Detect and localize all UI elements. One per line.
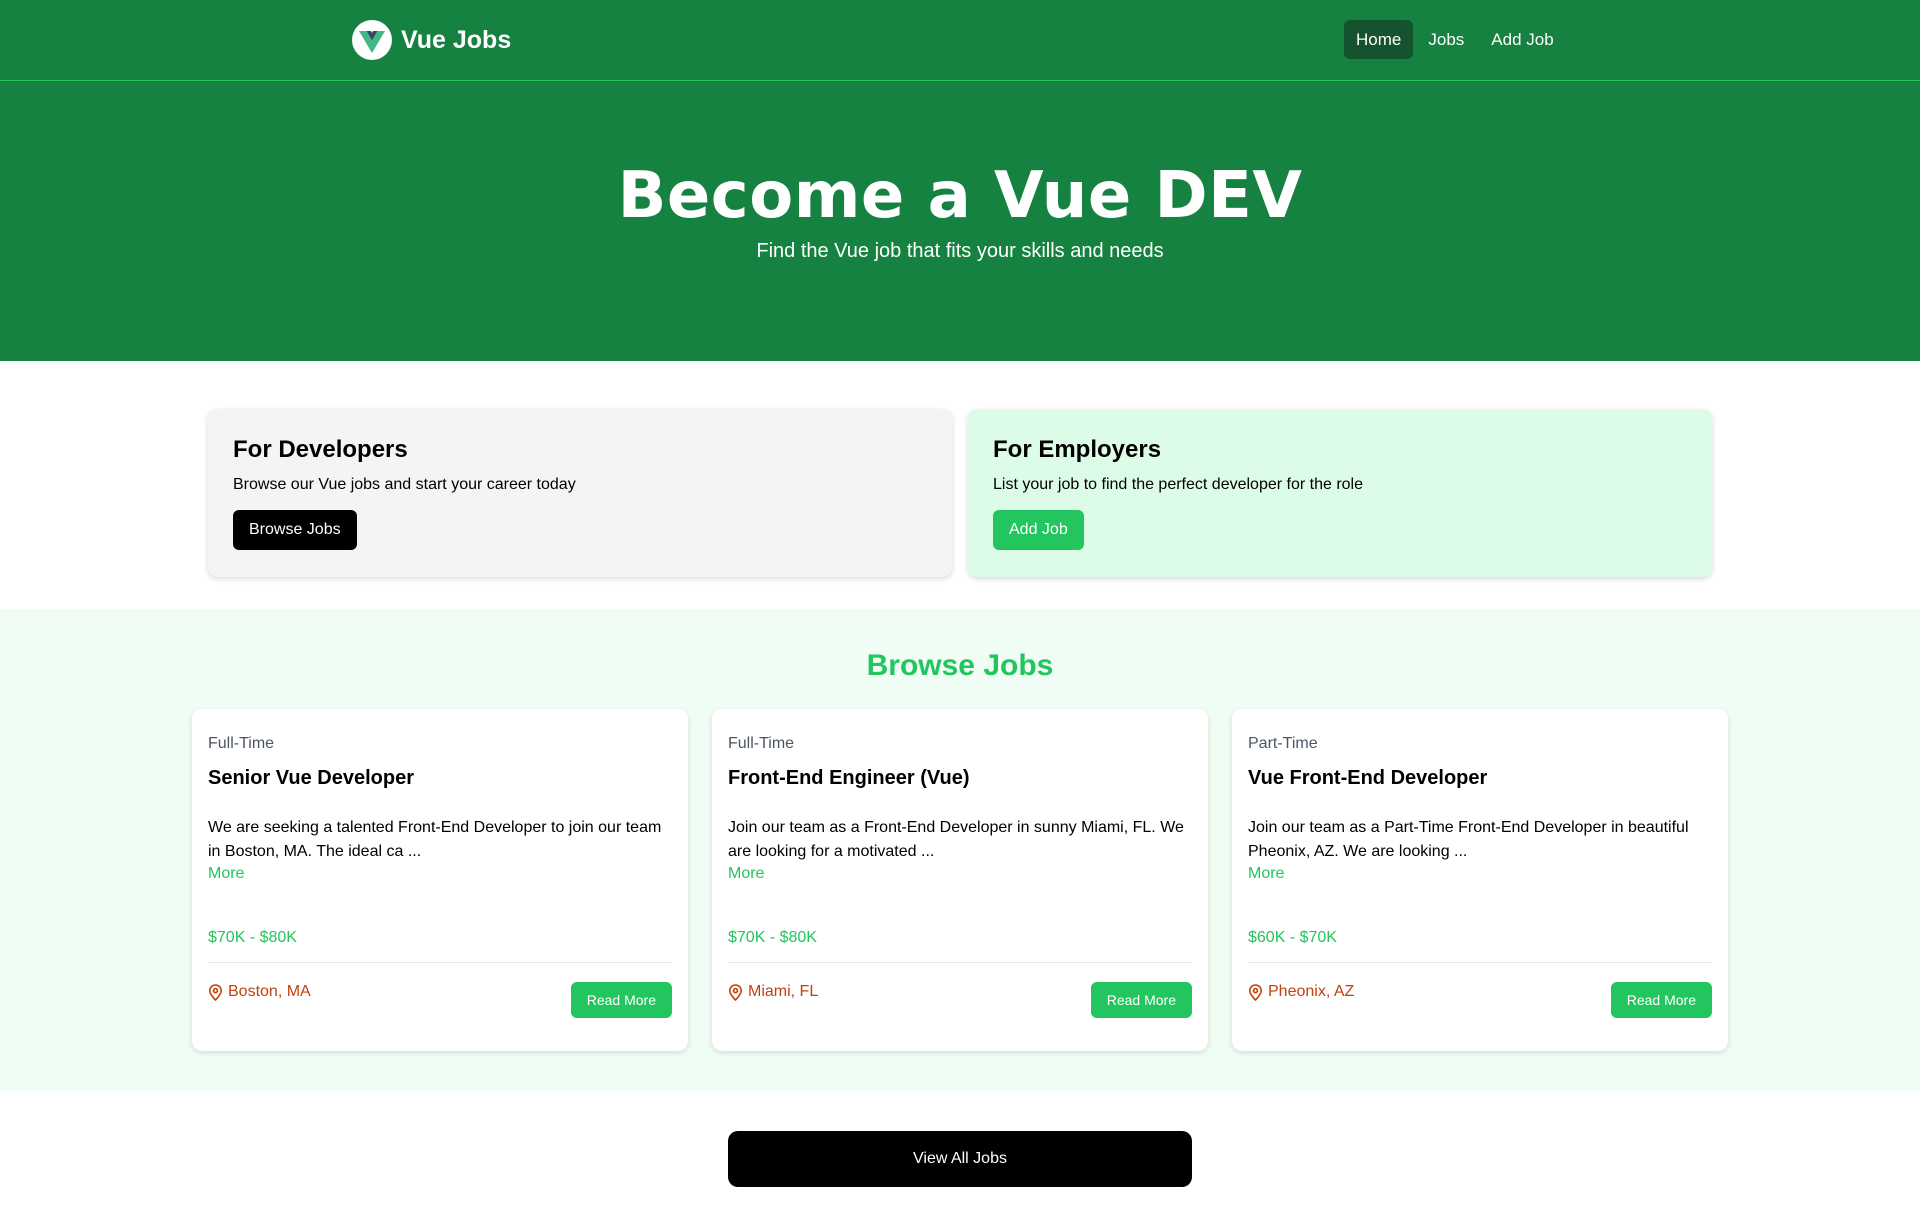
navbar: Vue Jobs Home Jobs Add Job <box>0 0 1920 81</box>
brand-name: Vue Jobs <box>401 25 512 54</box>
job-location-text: Miami, FL <box>748 983 819 1000</box>
employers-card-title: For Employers <box>993 436 1162 463</box>
job-type: Part-Time <box>1248 735 1318 752</box>
job-title: Vue Front-End Developer <box>1248 767 1488 789</box>
divider <box>208 962 672 963</box>
more-link[interactable]: More <box>728 865 764 883</box>
more-link[interactable]: More <box>208 865 244 883</box>
divider <box>1248 962 1712 963</box>
map-pin-icon <box>728 983 743 1001</box>
browse-jobs-section: Browse Jobs Full-Time Senior Vue Develop… <box>0 609 1920 1091</box>
browse-jobs-button[interactable]: Browse Jobs <box>233 510 357 550</box>
employers-card: For Employers List your job to find the … <box>968 409 1712 577</box>
view-all-jobs-button[interactable]: View All Jobs <box>728 1131 1192 1187</box>
hero-title: Become a Vue DEV <box>617 159 1303 233</box>
read-more-button[interactable]: Read More <box>1610 982 1712 1018</box>
hero-section: Become a Vue DEV Find the Vue job that f… <box>0 81 1920 361</box>
job-salary: $60K - $70K <box>1248 929 1337 946</box>
employers-card-text: List your job to find the perfect develo… <box>993 476 1363 493</box>
job-listing-card: Full-Time Senior Vue Developer We are se… <box>192 709 688 1051</box>
job-title: Front-End Engineer (Vue) <box>728 767 970 789</box>
job-description: We are seeking a talented Front-End Deve… <box>208 819 662 860</box>
job-description: Join our team as a Part-Time Front-End D… <box>1248 819 1689 860</box>
add-job-button[interactable]: Add Job <box>993 510 1084 550</box>
developers-card: For Developers Browse our Vue jobs and s… <box>208 409 952 577</box>
job-location-text: Boston, MA <box>228 983 311 1000</box>
brand-link[interactable]: Vue Jobs <box>352 20 511 60</box>
read-more-button[interactable]: Read More <box>1090 982 1192 1018</box>
job-location: Miami, FL <box>728 983 818 1001</box>
job-type: Full-Time <box>208 735 275 752</box>
hero-subtitle: Find the Vue job that fits your skills a… <box>756 240 1164 262</box>
job-location: Pheonix, AZ <box>1248 983 1354 1001</box>
job-location: Boston, MA <box>208 983 311 1001</box>
nav-links: Home Jobs Add Job <box>1344 20 1569 59</box>
job-description: Join our team as a Front-End Developer i… <box>728 819 1184 860</box>
browse-jobs-title: Browse Jobs <box>866 649 1054 682</box>
developers-card-title: For Developers <box>233 436 408 463</box>
nav-add-job-link[interactable]: Add Job <box>1479 20 1565 59</box>
nav-home-link[interactable]: Home <box>1344 20 1414 59</box>
developers-card-text: Browse our Vue jobs and start your caree… <box>233 476 576 493</box>
job-title: Senior Vue Developer <box>208 767 414 789</box>
more-link[interactable]: More <box>1248 865 1284 883</box>
job-listing-card: Full-Time Front-End Engineer (Vue) Join … <box>712 709 1208 1051</box>
nav-jobs-link[interactable]: Jobs <box>1416 20 1476 59</box>
job-listing-card: Part-Time Vue Front-End Developer Join o… <box>1232 709 1728 1051</box>
divider <box>728 962 1192 963</box>
map-pin-icon <box>208 983 223 1001</box>
job-salary: $70K - $80K <box>728 929 817 946</box>
read-more-button[interactable]: Read More <box>570 982 672 1018</box>
job-type: Full-Time <box>728 735 795 752</box>
vue-logo-icon <box>352 20 392 60</box>
job-location-text: Pheonix, AZ <box>1268 983 1355 1000</box>
job-salary: $70K - $80K <box>208 929 297 946</box>
map-pin-icon <box>1248 983 1263 1001</box>
